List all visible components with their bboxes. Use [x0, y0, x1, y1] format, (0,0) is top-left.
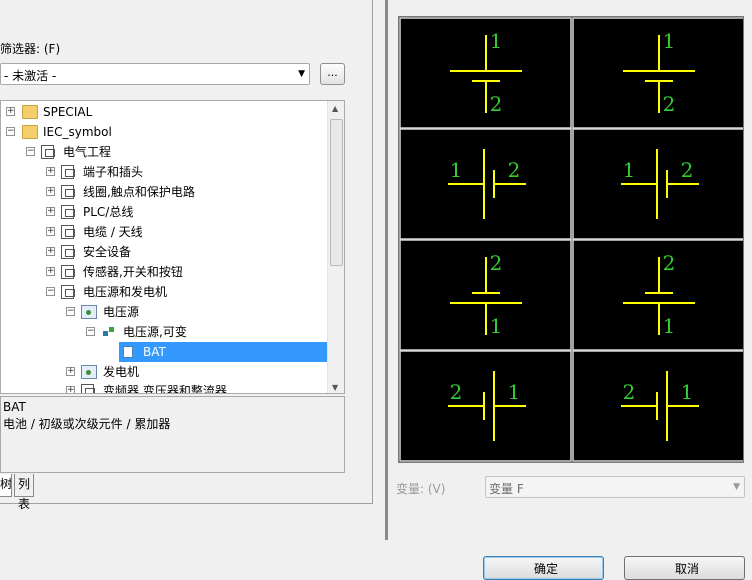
collapse-icon[interactable]: −: [46, 287, 55, 296]
expand-icon[interactable]: +: [46, 267, 55, 276]
library-icon: [61, 285, 75, 299]
cancel-button[interactable]: 取消: [624, 556, 745, 580]
filter-browse-button[interactable]: ...: [320, 63, 345, 85]
pin-label-top: 2: [490, 251, 503, 275]
symbol-group-icon: [81, 365, 97, 379]
description-box: BAT 电池 / 初级或次级元件 / 累加器: [0, 396, 345, 473]
expand-icon[interactable]: +: [46, 207, 55, 216]
tree-item-label: 传感器,开关和按钮: [83, 265, 183, 279]
tree-item-label: PLC/总线: [83, 205, 134, 219]
variant-dropdown: 变量 F ▼: [485, 476, 745, 498]
variant-label: 变量: (V): [396, 482, 446, 496]
description-text: 电池 / 初级或次级元件 / 累加器: [3, 417, 171, 431]
collapse-icon[interactable]: −: [66, 307, 75, 316]
pin-label-right: 1: [508, 380, 521, 404]
tree-scrollbar[interactable]: ▲ ▼: [327, 101, 344, 393]
symbol-tree[interactable]: + SPECIAL − IEC_symbol − 电气工程 + 端子和插头 + …: [0, 100, 345, 394]
tab-list[interactable]: 列表: [14, 474, 35, 511]
pin-label-bottom: 1: [663, 314, 676, 338]
pin-label-bottom: 2: [490, 92, 503, 116]
tree-item-bat[interactable]: BAT: [119, 342, 329, 362]
pin-label-left: 1: [450, 158, 463, 182]
tree-item-label: 电压源和发电机: [83, 285, 168, 299]
pin-label-right: 1: [681, 380, 694, 404]
library-icon: [61, 265, 75, 279]
tree-item-label: 线圈,触点和保护电路: [83, 185, 195, 199]
chevron-down-icon: ▼: [733, 482, 740, 492]
tree-item-label: 端子和插头: [83, 165, 144, 179]
tree-item-label: IEC_symbol: [43, 125, 112, 139]
ok-button-label: 确定: [534, 562, 559, 576]
pin-label-left: 2: [450, 380, 463, 404]
pin-label-top: 1: [490, 29, 503, 53]
preview-cell: [399, 350, 572, 462]
library-icon: [61, 185, 75, 199]
filter-dropdown[interactable]: - 未激活 - ▼: [0, 63, 310, 85]
pin-label-top: 2: [663, 251, 676, 275]
pin-label-left: 1: [623, 158, 636, 182]
tree-item-label: 电压源: [103, 305, 140, 319]
tree-item-label: SPECIAL: [43, 105, 93, 119]
collapse-icon[interactable]: −: [26, 147, 35, 156]
library-icon: [61, 165, 75, 179]
library-icon: [61, 245, 75, 259]
expand-icon[interactable]: +: [46, 227, 55, 236]
expand-icon[interactable]: +: [46, 187, 55, 196]
filter-label: 筛选器: (F): [0, 42, 61, 56]
scrollbar-thumb[interactable]: [330, 119, 343, 266]
library-icon: [81, 384, 95, 393]
symbol-group-icon: [81, 305, 97, 319]
ok-button[interactable]: 确定: [483, 556, 604, 580]
filter-dropdown-value: - 未激活 -: [4, 69, 57, 83]
folder-icon: [22, 125, 38, 139]
cancel-button-label: 取消: [675, 562, 700, 576]
symbol-list-icon: [101, 325, 117, 339]
preview-canvas: 1 2 1 2 1 2 1 2 2 1 2 1 2 1 2 1: [399, 17, 743, 462]
pin-label-right: 2: [508, 158, 521, 182]
collapse-icon[interactable]: −: [6, 127, 15, 136]
panel-splitter[interactable]: [385, 0, 388, 540]
scroll-down-icon[interactable]: ▼: [332, 383, 338, 392]
symbol-browser-panel: 筛选器: (F) - 未激活 - ▼ ... + SPECIAL − IEC_s…: [0, 0, 373, 511]
expand-icon[interactable]: +: [66, 386, 75, 393]
tree-item-label: 安全设备: [83, 245, 132, 259]
library-icon: [61, 205, 75, 219]
pin-label-left: 2: [623, 380, 636, 404]
tab-tree[interactable]: 树: [0, 474, 12, 497]
symbol-preview-grid: 1 2 1 2 1 2 1 2 2 1 2 1 2 1 2 1: [398, 16, 744, 463]
tree-item-label: 电缆 / 天线: [83, 225, 143, 239]
pin-label-right: 2: [681, 158, 694, 182]
preview-cell: [399, 128, 572, 240]
folder-icon: [22, 105, 38, 119]
tree-item-label: BAT: [143, 345, 166, 359]
chevron-down-icon: ▼: [298, 69, 305, 79]
expand-icon[interactable]: +: [46, 167, 55, 176]
battery-symbol-icon: [123, 346, 133, 358]
tree-item-label: 电压源,可变: [123, 325, 187, 339]
tree-item-label: 发电机: [103, 365, 140, 379]
expand-icon[interactable]: +: [6, 107, 15, 116]
library-icon: [41, 145, 55, 159]
description-name: BAT: [3, 400, 26, 414]
scroll-up-icon[interactable]: ▲: [332, 104, 338, 113]
variant-dropdown-value: 变量 F: [489, 482, 524, 496]
expand-icon[interactable]: +: [66, 367, 75, 376]
pin-label-top: 1: [663, 29, 676, 53]
expand-icon[interactable]: +: [46, 247, 55, 256]
library-icon: [61, 225, 75, 239]
collapse-icon[interactable]: −: [86, 327, 95, 336]
pin-label-bottom: 2: [663, 92, 676, 116]
pin-label-bottom: 1: [490, 314, 503, 338]
tree-item-label: 变频器,变压器和整流器: [103, 384, 227, 394]
tree-item-label: 电气工程: [63, 145, 112, 159]
